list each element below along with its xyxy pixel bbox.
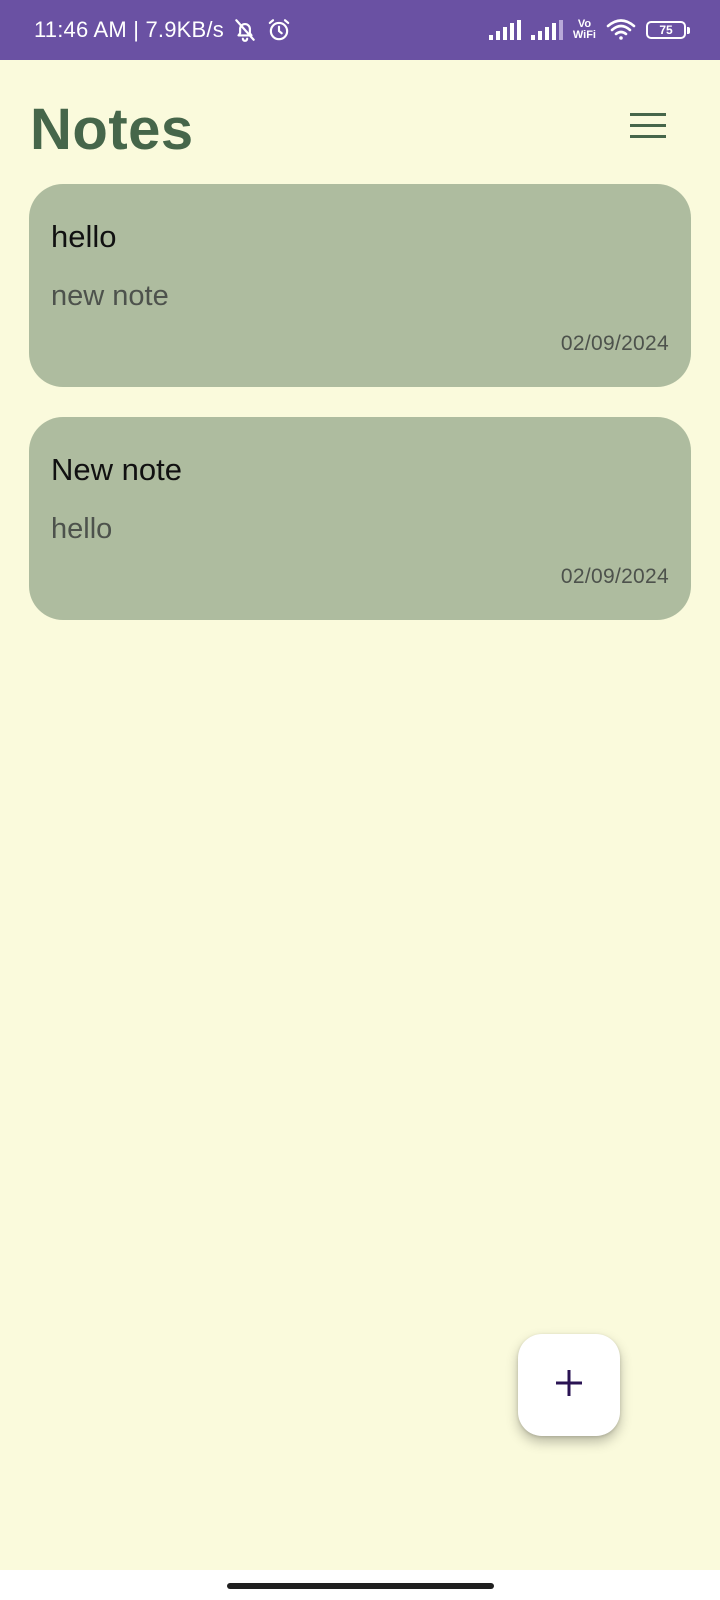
notes-list: hello new note 02/09/2024 New note hello…	[29, 184, 691, 650]
battery-icon: 75	[646, 21, 690, 39]
wifi-label: WiFi	[572, 29, 596, 41]
note-body: new note	[51, 280, 169, 312]
bell-off-icon	[232, 17, 258, 43]
status-left: 11:46 AM | 7.9KB/s	[34, 17, 292, 43]
plus-icon	[554, 1368, 584, 1403]
menu-button[interactable]	[624, 104, 672, 152]
status-time-speed: 11:46 AM | 7.9KB/s	[34, 17, 224, 42]
vowifi-indicator: Vo WiFi	[573, 19, 596, 41]
status-bar: 11:46 AM | 7.9KB/s Vo WiFi 75	[0, 0, 720, 60]
battery-level: 75	[659, 23, 673, 37]
wifi-icon	[606, 18, 636, 42]
note-title: New note	[51, 452, 182, 487]
note-date: 02/09/2024	[560, 332, 669, 355]
signal-icon	[488, 20, 521, 40]
status-right: Vo WiFi 75	[488, 18, 690, 42]
note-card[interactable]: hello new note 02/09/2024	[29, 184, 691, 387]
note-date: 02/09/2024	[560, 565, 669, 588]
add-note-button[interactable]	[518, 1334, 620, 1436]
home-indicator[interactable]	[227, 1583, 494, 1589]
signal-icon	[530, 20, 563, 40]
note-body: hello	[51, 513, 113, 545]
note-title: hello	[51, 219, 117, 254]
navigation-bar	[0, 1570, 720, 1600]
alarm-icon	[266, 17, 292, 43]
page-title: Notes	[30, 97, 194, 162]
hamburger-menu-icon	[630, 112, 666, 144]
note-card[interactable]: New note hello 02/09/2024	[29, 417, 691, 620]
